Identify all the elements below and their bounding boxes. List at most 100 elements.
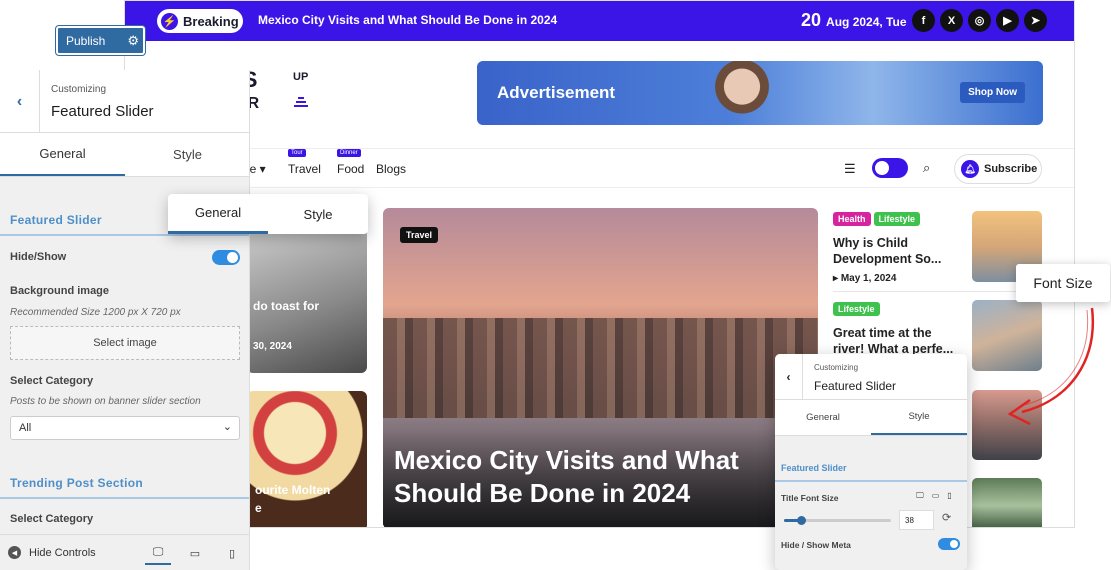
panel-title: Featured Slider — [51, 103, 154, 120]
section-featured-slider: Featured Slider — [775, 456, 967, 482]
news-ticker-link[interactable]: Mexico City Visits and What Should Be Do… — [258, 13, 557, 27]
x-icon[interactable]: X — [940, 9, 963, 32]
shop-now-button[interactable]: Shop Now — [960, 82, 1025, 103]
category-select-value: All — [19, 422, 32, 434]
font-size-callout: Font Size — [1016, 264, 1110, 302]
panel-tabs: General Style — [0, 133, 249, 177]
chip-lifestyle[interactable]: Lifestyle — [833, 302, 880, 316]
select-category-label-2: Select Category — [10, 513, 94, 525]
publish-label: Publish — [66, 33, 106, 48]
advertisement-banner[interactable]: Advertisement Shop Now — [477, 61, 1043, 125]
publish-button[interactable]: Publish ⚙ — [56, 26, 145, 55]
tab-general-callout[interactable]: General — [168, 194, 268, 234]
site-logo-sup: UP — [293, 71, 309, 83]
youtube-icon[interactable]: ▶ — [996, 9, 1019, 32]
list-item[interactable]: Health Lifestyle Why is Child Development… — [833, 209, 948, 284]
font-size-slider[interactable] — [784, 516, 891, 525]
back-button[interactable]: ‹ — [0, 70, 40, 133]
hide-controls-button[interactable]: ◀ Hide Controls — [8, 546, 96, 559]
breaking-label: Breaking — [183, 13, 239, 29]
mobile-icon[interactable]: ▯ — [219, 541, 245, 565]
tab-general[interactable]: General — [775, 400, 871, 435]
post-card-title-cont: e — [255, 501, 262, 515]
chevron-left-icon: ‹ — [786, 370, 791, 384]
nav-item-food-label: Food — [337, 162, 365, 176]
hide-show-meta-toggle[interactable] — [938, 538, 960, 550]
chip-lifestyle[interactable]: Lifestyle — [873, 212, 921, 226]
tabs-callout: General Style — [168, 194, 368, 234]
mini-header: ‹ Customizing Featured Slider — [775, 354, 967, 400]
tablet-icon[interactable]: ▭ — [932, 491, 940, 501]
instagram-icon[interactable]: ◎ — [968, 9, 991, 32]
category-select[interactable]: All ⌄ — [10, 416, 240, 440]
telegram-icon[interactable]: ➤ — [1024, 9, 1047, 32]
tab-general[interactable]: General — [0, 133, 125, 176]
mobile-icon[interactable]: ▯ — [947, 491, 951, 501]
select-category-desc: Posts to be shown on banner slider secti… — [10, 396, 201, 407]
post-card-title: ourite Molten — [255, 483, 331, 497]
customizing-label: Customizing — [814, 363, 859, 372]
panel-footer: ◀ Hide Controls 🖵︎ ▭ ▯ — [0, 534, 249, 570]
top-bar: ⚡ Breaking Mexico City Visits and What S… — [125, 1, 1074, 41]
hide-show-meta-label: Hide / Show Meta — [781, 540, 851, 550]
featured-slide[interactable]: Travel Mexico City Visits and What Shoul… — [383, 208, 818, 527]
nav-item-blogs[interactable]: Blogs — [376, 162, 406, 176]
tab-style-callout[interactable]: Style — [268, 194, 368, 234]
device-switcher: 🖵︎ ▭ ▯ — [145, 541, 245, 565]
post-card-title: do toast for — [253, 299, 319, 313]
callout-arrow-icon — [1007, 307, 1095, 426]
subscribe-label: Subscribe — [984, 163, 1038, 175]
style-panel-callout: ‹ Customizing Featured Slider General St… — [775, 354, 967, 570]
tablet-icon[interactable]: ▭ — [182, 541, 208, 565]
desktop-icon[interactable]: 🖵︎ — [145, 541, 171, 565]
customizing-label: Customizing — [51, 84, 107, 95]
nav-item-travel[interactable]: Tour Travel — [288, 149, 321, 176]
post-thumbnail[interactable] — [972, 478, 1042, 527]
desktop-icon[interactable]: 🖵︎ — [916, 491, 924, 501]
hero-image-buildings — [383, 318, 818, 428]
background-image-label: Background image — [10, 285, 110, 297]
chip-health[interactable]: Health — [833, 212, 871, 226]
mini-tabs: General Style — [775, 400, 967, 436]
slider-handle[interactable] — [797, 516, 807, 525]
date-day: 20 — [801, 10, 822, 30]
nav-tag-dinner: Dinner — [337, 149, 361, 157]
select-image-button[interactable]: Select image — [10, 326, 240, 360]
list-item-title[interactable]: Great time at the river! What a perfe... — [833, 325, 958, 357]
post-card-date: 30, 2024 — [253, 341, 292, 352]
hide-show-label: Hide/Show — [10, 251, 67, 263]
facebook-icon[interactable]: f — [912, 9, 935, 32]
dark-mode-toggle[interactable] — [872, 158, 908, 178]
subscribe-button[interactable]: 🔔︎ Subscribe — [954, 154, 1042, 184]
collapse-icon: ◀ — [8, 546, 21, 559]
nav-item-travel-label: Travel — [288, 162, 321, 176]
current-date: 20 Aug 2024, Tue — [801, 10, 907, 31]
main-nav: le ▾ Tour Travel Dinner Food Blogs ☰ ⌕ 🔔… — [125, 148, 1074, 188]
hero-title[interactable]: Mexico City Visits and What Should Be Do… — [394, 444, 774, 510]
hide-controls-label: Hide Controls — [29, 546, 96, 559]
menu-icon[interactable]: ☰ — [844, 161, 856, 177]
back-button[interactable]: ‹ — [775, 354, 803, 400]
category-badge[interactable]: Travel — [400, 227, 439, 243]
nav-tag-tour: Tour — [288, 149, 306, 157]
section-trending-post: Trending Post Section — [0, 465, 249, 499]
bolt-icon: ⚡ — [161, 12, 178, 30]
select-category-label: Select Category — [10, 375, 94, 387]
panel-title: Featured Slider — [814, 379, 897, 393]
tab-style[interactable]: Style — [125, 133, 249, 176]
tab-style[interactable]: Style — [871, 400, 967, 435]
list-item-date: ▸ May 1, 2024 — [833, 273, 897, 284]
nav-item-food[interactable]: Dinner Food — [337, 149, 365, 176]
list-item-title[interactable]: Why is Child Development So... — [833, 235, 948, 267]
logo-bars-icon — [293, 97, 309, 109]
reset-icon[interactable]: ⟳ — [942, 511, 951, 524]
hide-show-toggle[interactable] — [212, 250, 240, 265]
font-size-input[interactable]: 38 — [899, 510, 934, 530]
background-image-desc: Recommended Size 1200 px X 720 px — [10, 307, 181, 318]
list-item[interactable]: Lifestyle Great time at the river! What … — [833, 299, 958, 357]
search-icon[interactable]: ⌕ — [923, 160, 930, 176]
post-card[interactable]: ourite Molten e — [247, 391, 367, 527]
customizer-panel: ‹ Customizing Featured Slider General St… — [0, 70, 250, 570]
device-switcher: 🖵︎ ▭ ▯ — [916, 491, 952, 501]
gear-icon[interactable]: ⚙ — [127, 33, 139, 49]
